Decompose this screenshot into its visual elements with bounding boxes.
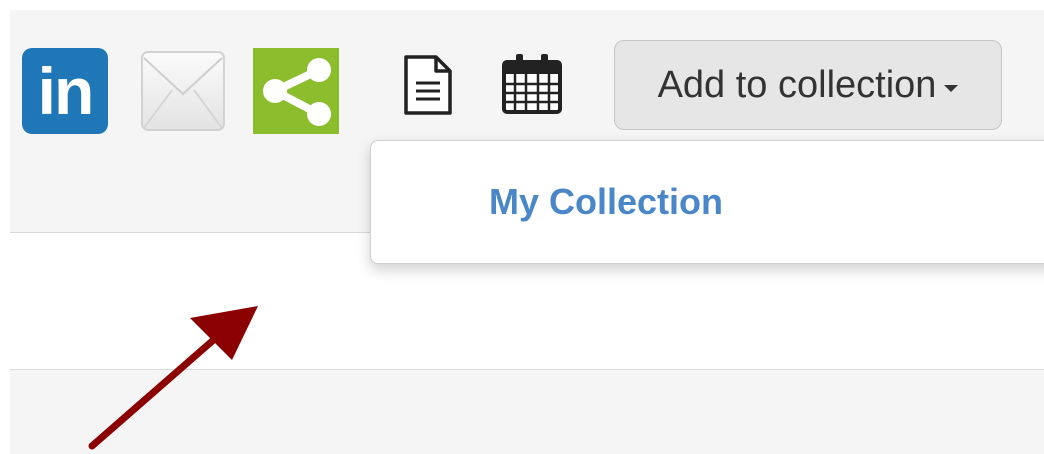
share-icon[interactable] (253, 48, 339, 134)
add-to-collection-button[interactable]: Add to collection (614, 40, 1002, 130)
collection-dropdown-menu: My Collection (370, 140, 1044, 264)
caret-down-icon (944, 84, 959, 92)
add-to-collection-label: Add to collection (657, 63, 937, 106)
linkedin-icon[interactable]: in (22, 48, 108, 134)
document-icon[interactable] (398, 54, 458, 116)
dropdown-item-my-collection[interactable]: My Collection (489, 181, 723, 223)
email-icon[interactable] (140, 46, 226, 136)
calendar-icon[interactable] (498, 52, 566, 116)
content-row-footer (10, 370, 1044, 454)
